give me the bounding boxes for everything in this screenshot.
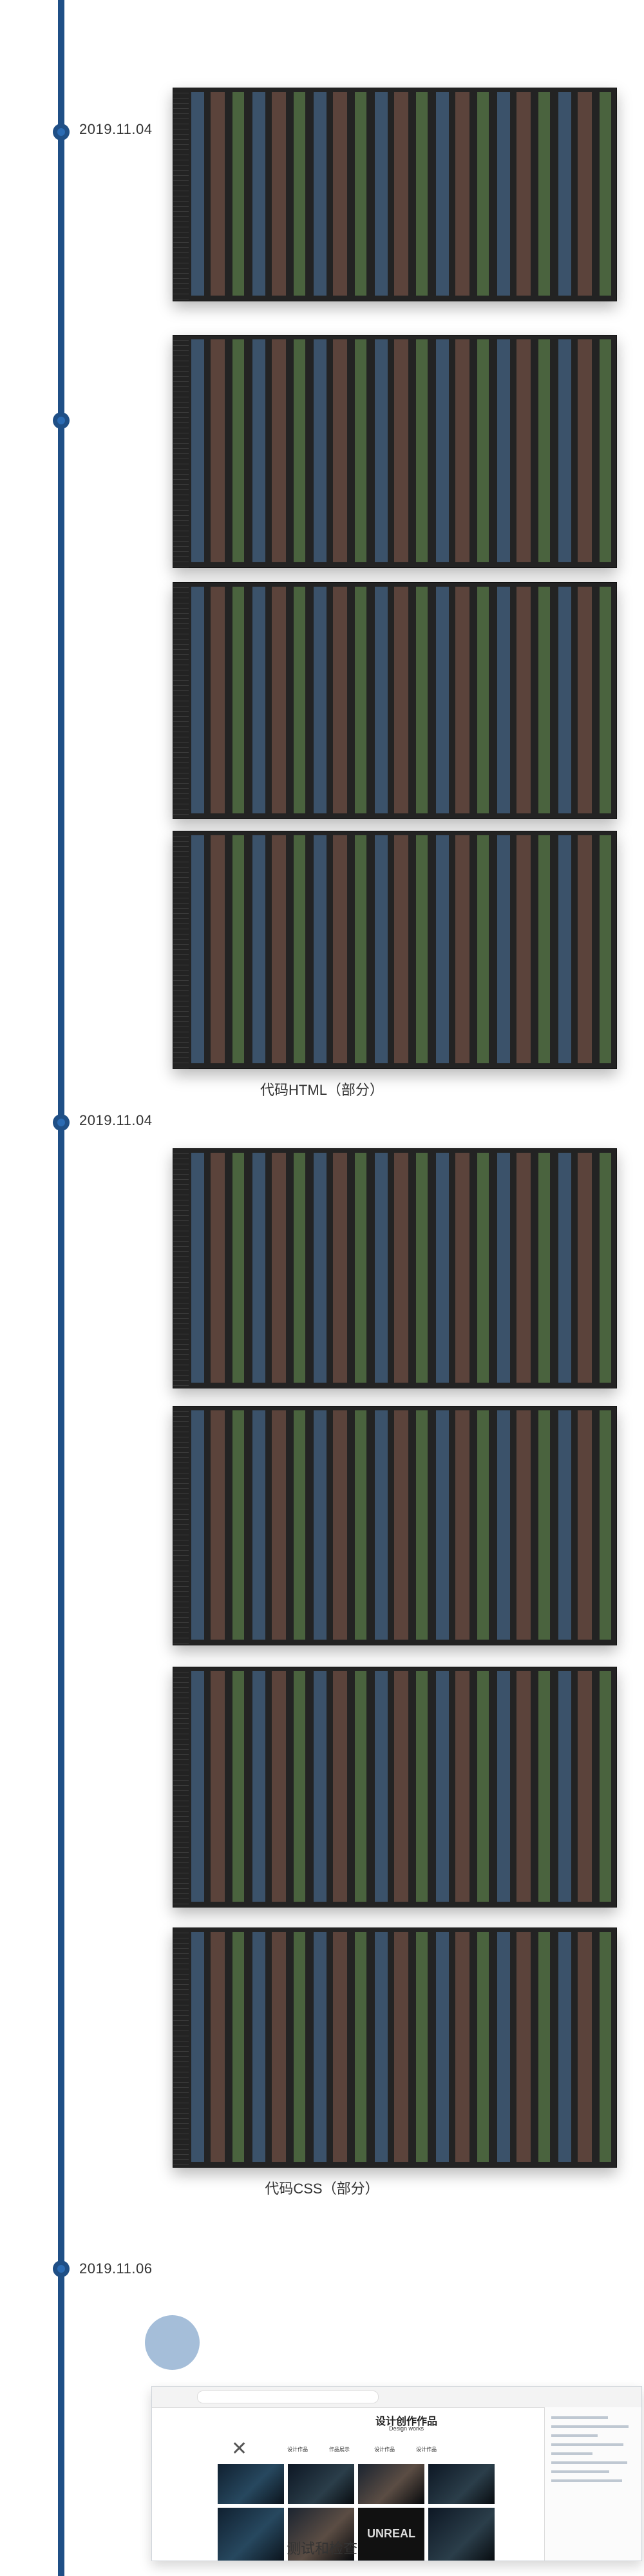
line-numbers (173, 1928, 189, 2167)
code-content (191, 339, 611, 562)
code-content (191, 92, 611, 296)
section-caption: 测试和检查 (286, 2541, 357, 2557)
nav-item: 设计作品 (416, 2447, 437, 2452)
devtools-line (551, 2479, 622, 2482)
timeline-node (53, 412, 70, 429)
timeline-node (53, 2260, 70, 2277)
line-numbers (173, 831, 189, 1068)
date-label: 2019.11.04 (79, 1112, 153, 1128)
line-numbers (173, 88, 189, 301)
devtools-line (551, 2452, 592, 2455)
code-screenshot-css-3 (173, 1667, 617, 1908)
code-screenshot-html-3 (173, 582, 617, 819)
code-content (191, 835, 611, 1063)
code-screenshot-css-4 (173, 1927, 617, 2168)
gallery-item (428, 2464, 495, 2504)
code-screenshot-css-2 (173, 1406, 617, 1645)
line-numbers (173, 583, 189, 819)
browser-screenshot: 设计创作作品 Design works 设计作品 作品展示 设计作品 设计作品 … (151, 2386, 642, 2561)
gallery-item (218, 2464, 284, 2504)
code-screenshot-html-1 (173, 88, 617, 301)
devtools-line (551, 2434, 598, 2437)
section-caption: 代码CSS（部分） (265, 2181, 379, 2197)
nav-item: 作品展示 (329, 2447, 350, 2452)
browser-toolbar (152, 2387, 641, 2408)
code-content (191, 1153, 611, 1383)
timeline-node (53, 124, 70, 140)
code-content (191, 1410, 611, 1640)
decorative-circle (145, 2315, 200, 2370)
devtools-line (551, 2461, 627, 2464)
code-content (191, 587, 611, 813)
line-numbers (173, 1149, 189, 1388)
devtools-line (551, 2470, 609, 2473)
code-screenshot-html-2 (173, 335, 617, 568)
line-numbers (173, 1406, 189, 1645)
devtools-line (551, 2416, 608, 2419)
line-numbers (173, 1667, 189, 1907)
nav-item: 设计作品 (374, 2447, 395, 2452)
address-bar (197, 2391, 379, 2403)
line-numbers (173, 336, 189, 567)
nav-item: 设计作品 (287, 2447, 308, 2452)
devtools-line (551, 2425, 629, 2428)
section-caption: 代码HTML（部分） (260, 1082, 384, 1098)
gallery-item (358, 2464, 424, 2504)
code-content (191, 1932, 611, 2162)
page-subtitle: Design works (388, 2425, 424, 2432)
close-icon: ✕ (231, 2438, 248, 2459)
code-content (191, 1671, 611, 1902)
devtools-line (551, 2443, 623, 2446)
date-label: 2019.11.06 (79, 2260, 153, 2277)
date-label: 2019.11.04 (79, 121, 153, 137)
code-screenshot-css-1 (173, 1148, 617, 1388)
timeline-node (53, 1114, 70, 1131)
gallery-item (288, 2464, 354, 2504)
code-screenshot-html-4 (173, 831, 617, 1069)
